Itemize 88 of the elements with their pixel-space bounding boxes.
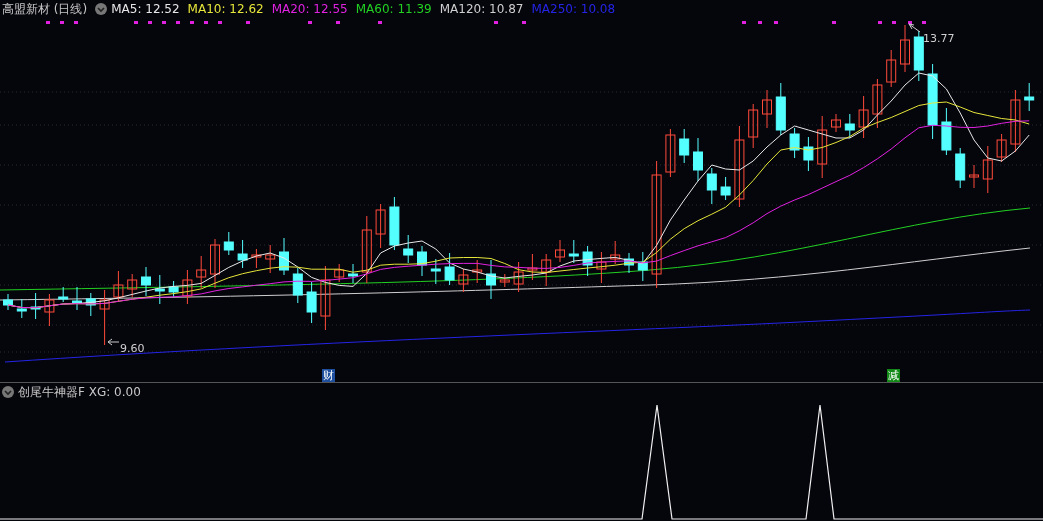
candlestick bbox=[969, 164, 979, 189]
candlestick bbox=[858, 95, 869, 139]
candlestick bbox=[486, 259, 496, 300]
candlestick bbox=[831, 113, 841, 133]
candlestick bbox=[334, 263, 345, 283]
price-label: 9.60 bbox=[120, 342, 145, 355]
candlestick bbox=[44, 293, 55, 327]
candlestick bbox=[596, 251, 607, 284]
candlestick bbox=[748, 103, 759, 149]
candlestick bbox=[458, 268, 469, 293]
candlestick bbox=[844, 113, 855, 139]
candlestick bbox=[720, 176, 731, 201]
candlestick bbox=[789, 127, 800, 159]
candlestick bbox=[16, 298, 27, 319]
candlestick bbox=[803, 136, 814, 172]
candlestick bbox=[3, 293, 13, 311]
candlestick bbox=[113, 270, 124, 303]
candlestick bbox=[499, 273, 510, 288]
indicator-legend: MA120: 10.87 bbox=[439, 0, 524, 18]
candlestick bbox=[389, 196, 400, 251]
candlestick bbox=[141, 266, 151, 297]
candlestick bbox=[555, 239, 565, 263]
candlestick bbox=[154, 274, 165, 305]
indicator-legend: MA10: 12.62 bbox=[187, 0, 264, 18]
candlestick bbox=[900, 24, 910, 73]
candlestick bbox=[693, 137, 703, 182]
candlestick bbox=[375, 203, 386, 249]
candlestick bbox=[196, 255, 207, 289]
candlestick bbox=[279, 237, 289, 276]
candlestick bbox=[913, 30, 924, 82]
candlestick bbox=[679, 128, 690, 164]
dropdown-icon[interactable] bbox=[2, 386, 14, 398]
candlestick bbox=[955, 147, 966, 189]
candlestick bbox=[292, 267, 303, 304]
event-tag: 减 bbox=[887, 369, 900, 382]
candlestick bbox=[872, 78, 883, 129]
indicator-legend: MA5: 12.52 bbox=[111, 0, 180, 18]
candlestick bbox=[637, 251, 648, 282]
candlestick bbox=[996, 133, 1007, 163]
candlestick bbox=[430, 258, 441, 285]
candlestick bbox=[58, 286, 69, 303]
indicator-legend: MA60: 11.39 bbox=[355, 0, 432, 18]
candlestick bbox=[320, 265, 331, 331]
candlestick bbox=[1010, 89, 1021, 153]
candlestick bbox=[624, 252, 634, 274]
dropdown-icon[interactable] bbox=[95, 3, 108, 15]
price-label: 13.77 bbox=[923, 32, 955, 45]
candlestick bbox=[582, 245, 593, 277]
candlestick bbox=[72, 286, 82, 311]
event-tag: 财 bbox=[322, 369, 335, 382]
candlestick bbox=[168, 280, 179, 298]
candlestick bbox=[127, 273, 138, 298]
candlestick bbox=[665, 128, 676, 178]
candlestick bbox=[306, 281, 317, 324]
candlestick bbox=[361, 215, 372, 284]
pointer-arrow-icon bbox=[107, 338, 120, 346]
candlestick bbox=[982, 145, 993, 194]
candlestick bbox=[817, 115, 828, 179]
indicator-title: 创尾牛神器F XG: 0.00 bbox=[18, 384, 141, 401]
candlestick bbox=[251, 248, 262, 269]
pointer-arrow-icon bbox=[908, 23, 921, 33]
candlestick bbox=[417, 245, 427, 277]
candlestick bbox=[472, 259, 483, 284]
candlestick bbox=[706, 167, 717, 205]
candlestick bbox=[30, 292, 41, 320]
candlestick bbox=[99, 289, 110, 346]
candlestick bbox=[886, 49, 897, 88]
candlestick bbox=[762, 89, 772, 129]
candlestick bbox=[237, 239, 248, 269]
candlestick bbox=[541, 253, 552, 287]
indicator-legend: MA250: 10.08 bbox=[531, 0, 616, 18]
candlestick bbox=[527, 253, 538, 281]
candlestick bbox=[941, 107, 952, 156]
candlestick bbox=[513, 261, 524, 293]
candlestick bbox=[265, 244, 276, 274]
candlestick bbox=[85, 292, 96, 317]
candlestick bbox=[610, 240, 621, 265]
candlestick bbox=[1024, 82, 1035, 112]
candlestick bbox=[403, 234, 414, 264]
indicator-legend: MA20: 12.55 bbox=[271, 0, 348, 18]
candlestick bbox=[444, 252, 455, 286]
candlestick bbox=[568, 239, 579, 264]
candlestick bbox=[210, 238, 220, 289]
candlestick bbox=[775, 82, 786, 136]
candlestick bbox=[182, 269, 193, 305]
candlestick bbox=[223, 231, 234, 256]
candlestick bbox=[348, 263, 358, 284]
chart-title: 高盟新材 (日线) bbox=[2, 1, 88, 18]
